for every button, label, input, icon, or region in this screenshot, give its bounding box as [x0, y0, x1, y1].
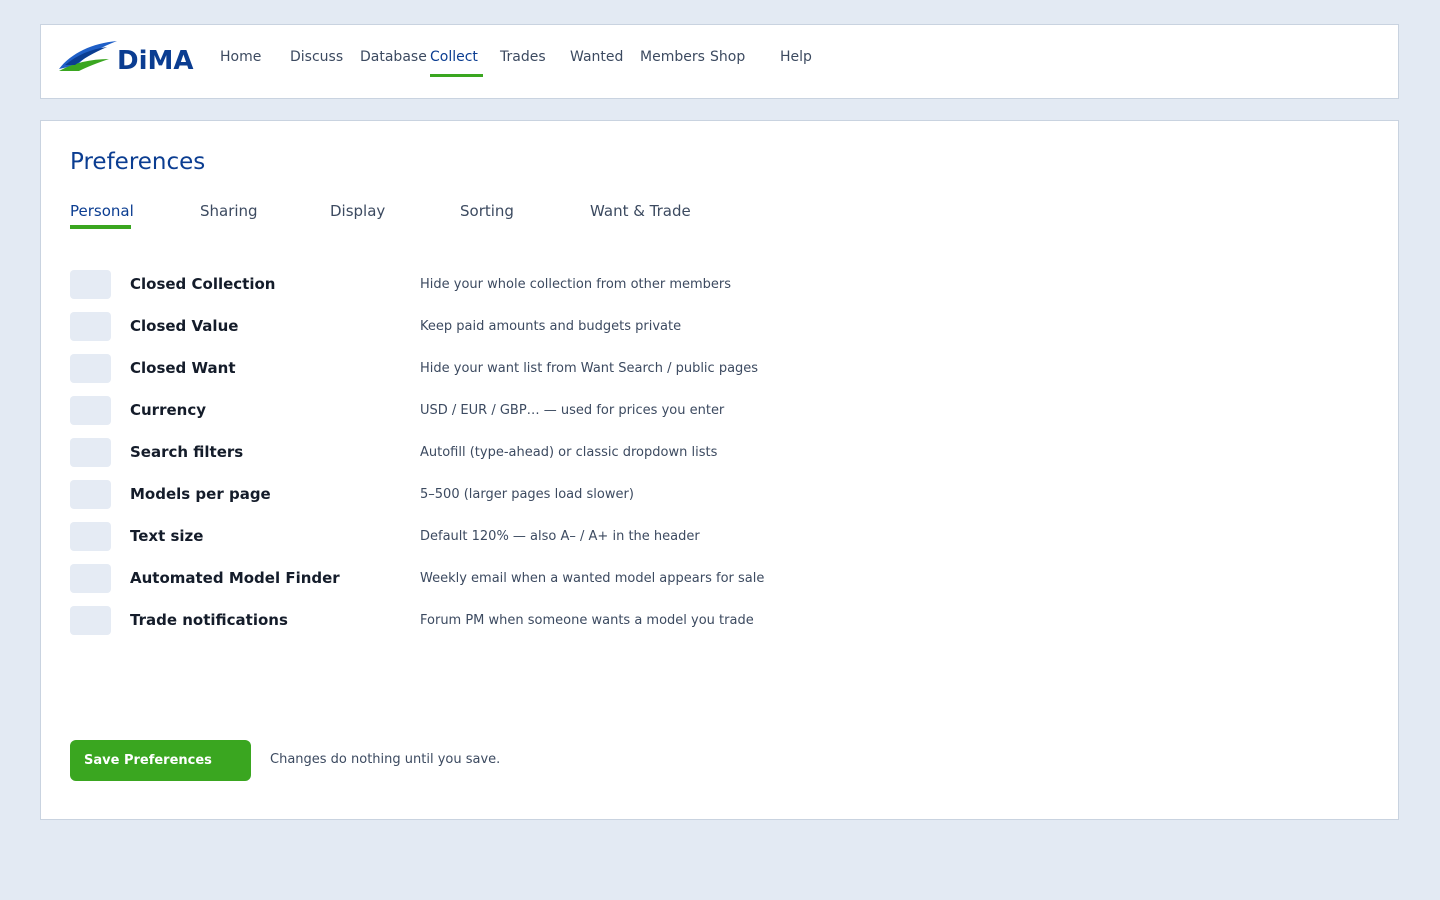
pref-label: Text size: [130, 527, 204, 545]
top-header: DiMA Home Discuss Database Collect Trade…: [40, 24, 1399, 99]
tab-sorting[interactable]: Sorting: [460, 201, 514, 221]
pref-row-closed-value: Closed Value Keep paid amounts and budge…: [70, 312, 870, 342]
active-tab-indicator: [70, 225, 131, 229]
automated-model-finder-toggle[interactable]: [70, 564, 111, 593]
text-size-toggle[interactable]: [70, 522, 111, 551]
nav-members[interactable]: Members: [640, 47, 705, 77]
pref-row-text-size: Text size Default 120% — also A– / A+ in…: [70, 522, 870, 552]
save-preferences-button[interactable]: Save Preferences: [70, 740, 251, 781]
pref-row-models-per-page: Models per page 5–500 (larger pages load…: [70, 480, 870, 510]
nav-trades[interactable]: Trades: [500, 47, 546, 77]
dima-logo[interactable]: DiMA: [57, 39, 197, 75]
pref-description: Autofill (type-ahead) or classic dropdow…: [420, 445, 718, 460]
currency-toggle[interactable]: [70, 396, 111, 425]
pref-row-automated-model-finder: Automated Model Finder Weekly email when…: [70, 564, 870, 594]
pref-row-currency: Currency USD / EUR / GBP… — used for pri…: [70, 396, 870, 426]
pref-label: Search filters: [130, 443, 244, 461]
pref-label: Currency: [130, 401, 207, 419]
pref-row-closed-want: Closed Want Hide your want list from Wan…: [70, 354, 870, 384]
tab-personal-label: Personal: [70, 202, 134, 220]
nav-database[interactable]: Database: [360, 47, 427, 77]
pref-row-trade-notifications: Trade notifications Forum PM when someon…: [70, 606, 870, 636]
wing-logo-icon: [59, 41, 117, 71]
pref-label: Closed Want: [130, 359, 236, 377]
page-title: Preferences: [70, 149, 206, 175]
pref-description: Hide your whole collection from other me…: [420, 277, 732, 292]
models-per-page-toggle[interactable]: [70, 480, 111, 509]
active-nav-indicator: [430, 74, 483, 77]
nav-home[interactable]: Home: [220, 47, 261, 77]
brand-name: DiMA: [117, 46, 194, 76]
pref-description: Forum PM when someone wants a model you …: [420, 613, 754, 628]
trade-notifications-toggle[interactable]: [70, 606, 111, 635]
pref-description: USD / EUR / GBP… — used for prices you e…: [420, 403, 725, 418]
nav-wanted[interactable]: Wanted: [570, 47, 623, 77]
tab-want-trade[interactable]: Want & Trade: [590, 201, 691, 221]
pref-description: Hide your want list from Want Search / p…: [420, 361, 759, 376]
closed-want-toggle[interactable]: [70, 354, 111, 383]
pref-label: Trade notifications: [130, 611, 288, 629]
pref-label: Closed Value: [130, 317, 239, 335]
search-filters-toggle[interactable]: [70, 438, 111, 467]
pref-label: Closed Collection: [130, 275, 276, 293]
tab-display[interactable]: Display: [330, 201, 385, 221]
save-note: Changes do nothing until you save.: [270, 752, 501, 767]
nav-help[interactable]: Help: [780, 47, 812, 77]
nav-shop[interactable]: Shop: [710, 47, 745, 77]
closed-collection-toggle[interactable]: [70, 270, 111, 299]
pref-description: Default 120% — also A– / A+ in the heade…: [420, 529, 700, 544]
pref-label: Automated Model Finder: [130, 569, 340, 587]
pref-row-closed-collection: Closed Collection Hide your whole collec…: [70, 270, 870, 300]
preferences-panel: Preferences Personal Sharing Display Sor…: [40, 120, 1399, 820]
pref-label: Models per page: [130, 485, 271, 503]
tab-personal[interactable]: Personal: [70, 201, 134, 229]
pref-description: 5–500 (larger pages load slower): [420, 487, 634, 502]
nav-discuss[interactable]: Discuss: [290, 47, 343, 77]
closed-value-toggle[interactable]: [70, 312, 111, 341]
nav-collect[interactable]: Collect: [430, 47, 483, 77]
pref-description: Weekly email when a wanted model appears…: [420, 571, 765, 586]
pref-description: Keep paid amounts and budgets private: [420, 319, 682, 334]
pref-row-search-filters: Search filters Autofill (type-ahead) or …: [70, 438, 870, 468]
nav-collect-label: Collect: [430, 49, 478, 65]
tab-sharing[interactable]: Sharing: [200, 201, 258, 221]
